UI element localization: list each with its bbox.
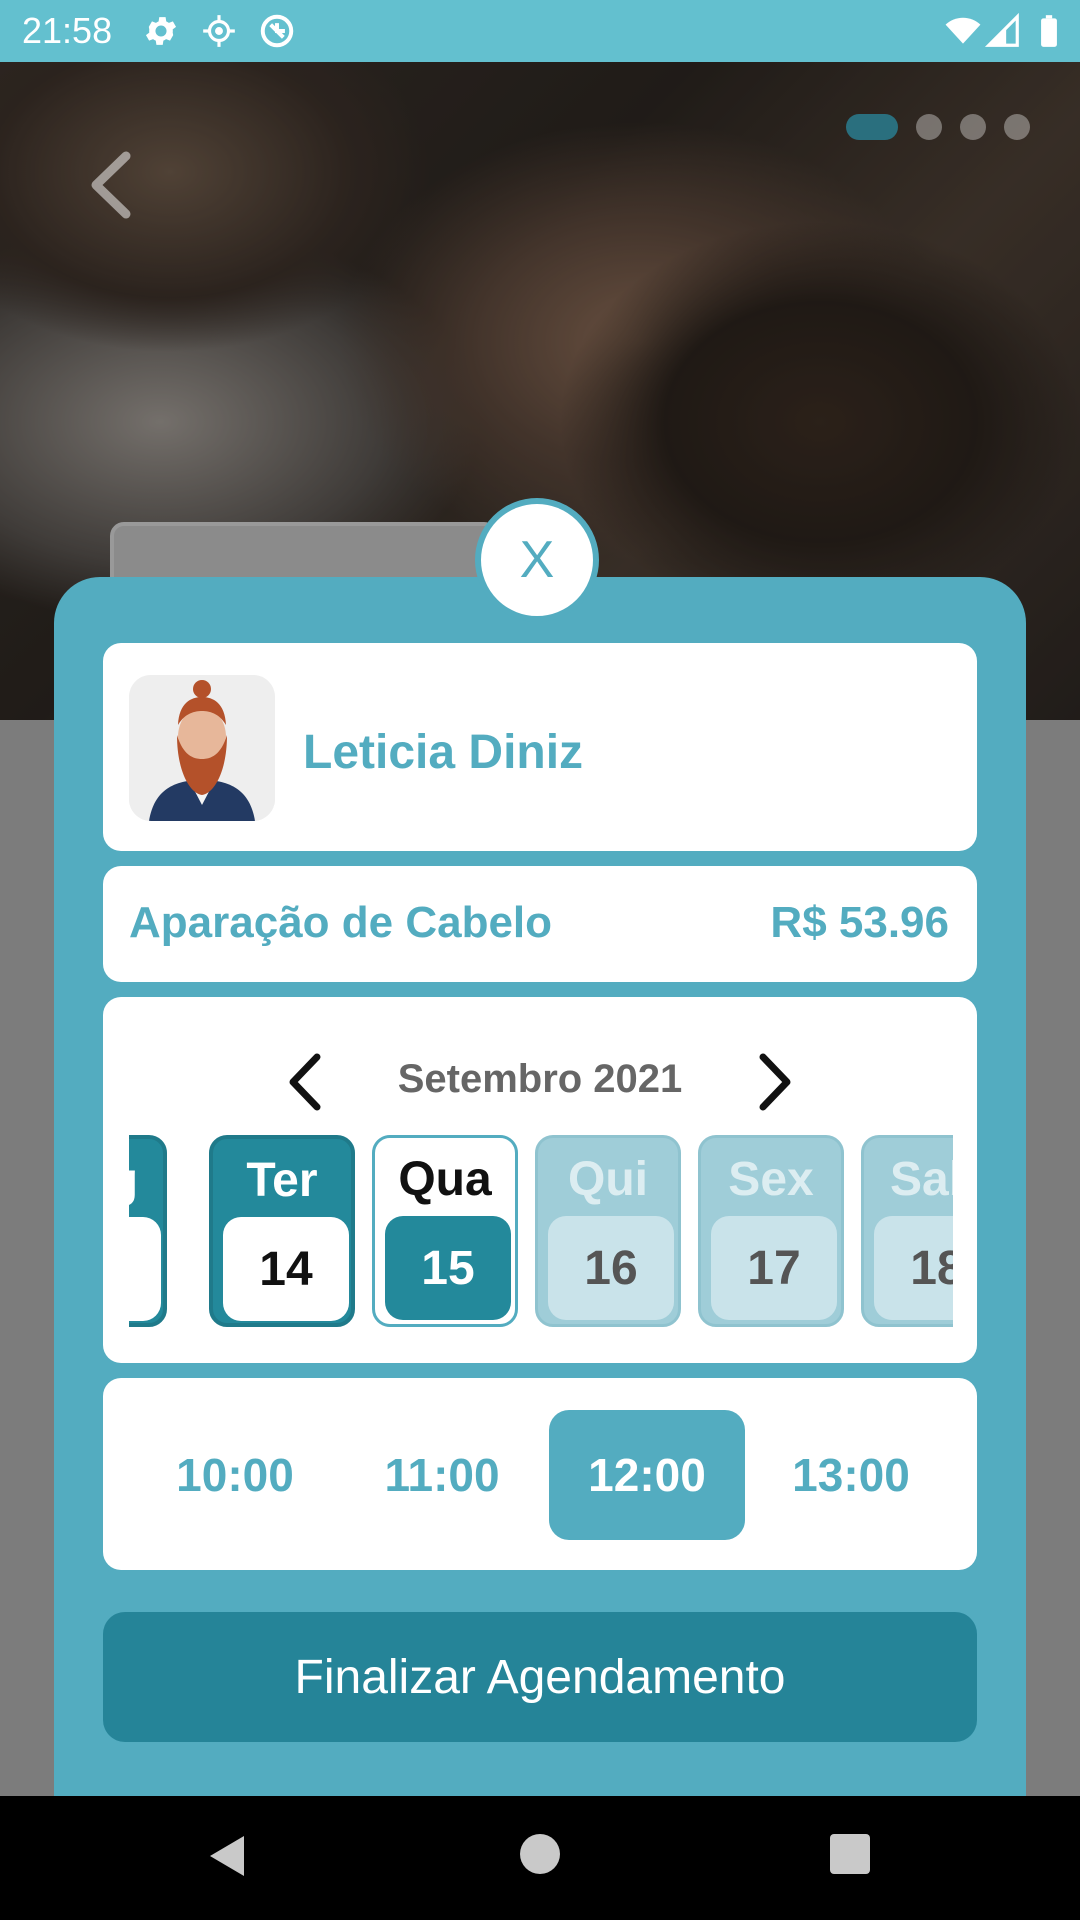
finish-booking-button[interactable]: Finalizar Agendamento [103,1612,977,1742]
day-number: 13 [129,1217,161,1321]
day-item-selected[interactable]: Qua 15 [372,1135,518,1327]
time-slots-card: 10:00 11:00 12:00 13:00 [103,1378,977,1570]
day-number: 16 [548,1216,674,1320]
carousel-dot[interactable] [1004,114,1030,140]
day-item-disabled[interactable]: Qui 16 [535,1135,681,1327]
day-number: 18 [874,1216,953,1320]
carousel-dot-active[interactable] [846,114,898,140]
professional-name: Leticia Diniz [303,726,584,779]
navigation-bar [0,1796,1080,1920]
day-item-disabled[interactable]: Sex 17 [698,1135,844,1327]
carousel-dot[interactable] [916,114,942,140]
day-item[interactable]: Ter 14 [209,1135,355,1327]
back-arrow-icon[interactable] [82,150,142,220]
professional-card: Leticia Diniz [103,643,977,851]
avatar [129,675,275,821]
time-slot[interactable]: 11:00 [344,1410,540,1540]
location-icon [203,15,235,47]
close-button[interactable]: X [475,498,599,622]
day-number: 14 [223,1217,349,1321]
battery-icon [1041,15,1057,47]
month-selector: Setembro 2021 [103,1047,977,1117]
day-name: Seg [129,1153,163,1208]
day-name: Qua [398,1153,492,1206]
carousel-dot[interactable] [960,114,986,140]
nav-back-icon[interactable] [206,1834,250,1878]
day-name: Qui [568,1153,648,1206]
gear-icon [145,17,177,45]
day-name: Sab [889,1153,953,1206]
nav-recents-icon[interactable] [830,1834,870,1874]
calendar-card: Setembro 2021 Seg 13 Ter 14 Qua 15 Qui 1… [103,997,977,1363]
sync-icon [260,14,294,48]
day-number: 15 [385,1216,511,1320]
wifi-icon [945,17,981,44]
time-slot-selected[interactable]: 12:00 [549,1410,745,1540]
status-bar: 21:58 [0,0,1080,62]
days-strip: Seg 13 Ter 14 Qua 15 Qui 16 Sex 17 Sab 1… [129,1135,953,1331]
carousel-indicator [846,114,1030,140]
avatar-image [129,675,275,821]
month-label: Setembro 2021 [397,1057,683,1101]
day-name: Ter [246,1154,318,1207]
service-name: Aparação de Cabelo [129,898,553,947]
day-item-disabled[interactable]: Sab 18 [861,1135,953,1327]
day-item[interactable]: Seg 13 [129,1135,167,1327]
day-number: 17 [711,1216,837,1320]
chevron-right-icon[interactable] [745,1047,805,1117]
service-price: R$ 53.96 [770,898,949,947]
time-slot[interactable]: 10:00 [137,1410,333,1540]
time-slot[interactable]: 13:00 [753,1410,949,1540]
status-time: 21:58 [22,10,113,51]
nav-home-icon[interactable] [520,1834,560,1874]
service-card: Aparação de Cabelo R$ 53.96 [103,866,977,982]
signal-icon [984,12,1019,47]
day-name: Sex [728,1153,814,1206]
